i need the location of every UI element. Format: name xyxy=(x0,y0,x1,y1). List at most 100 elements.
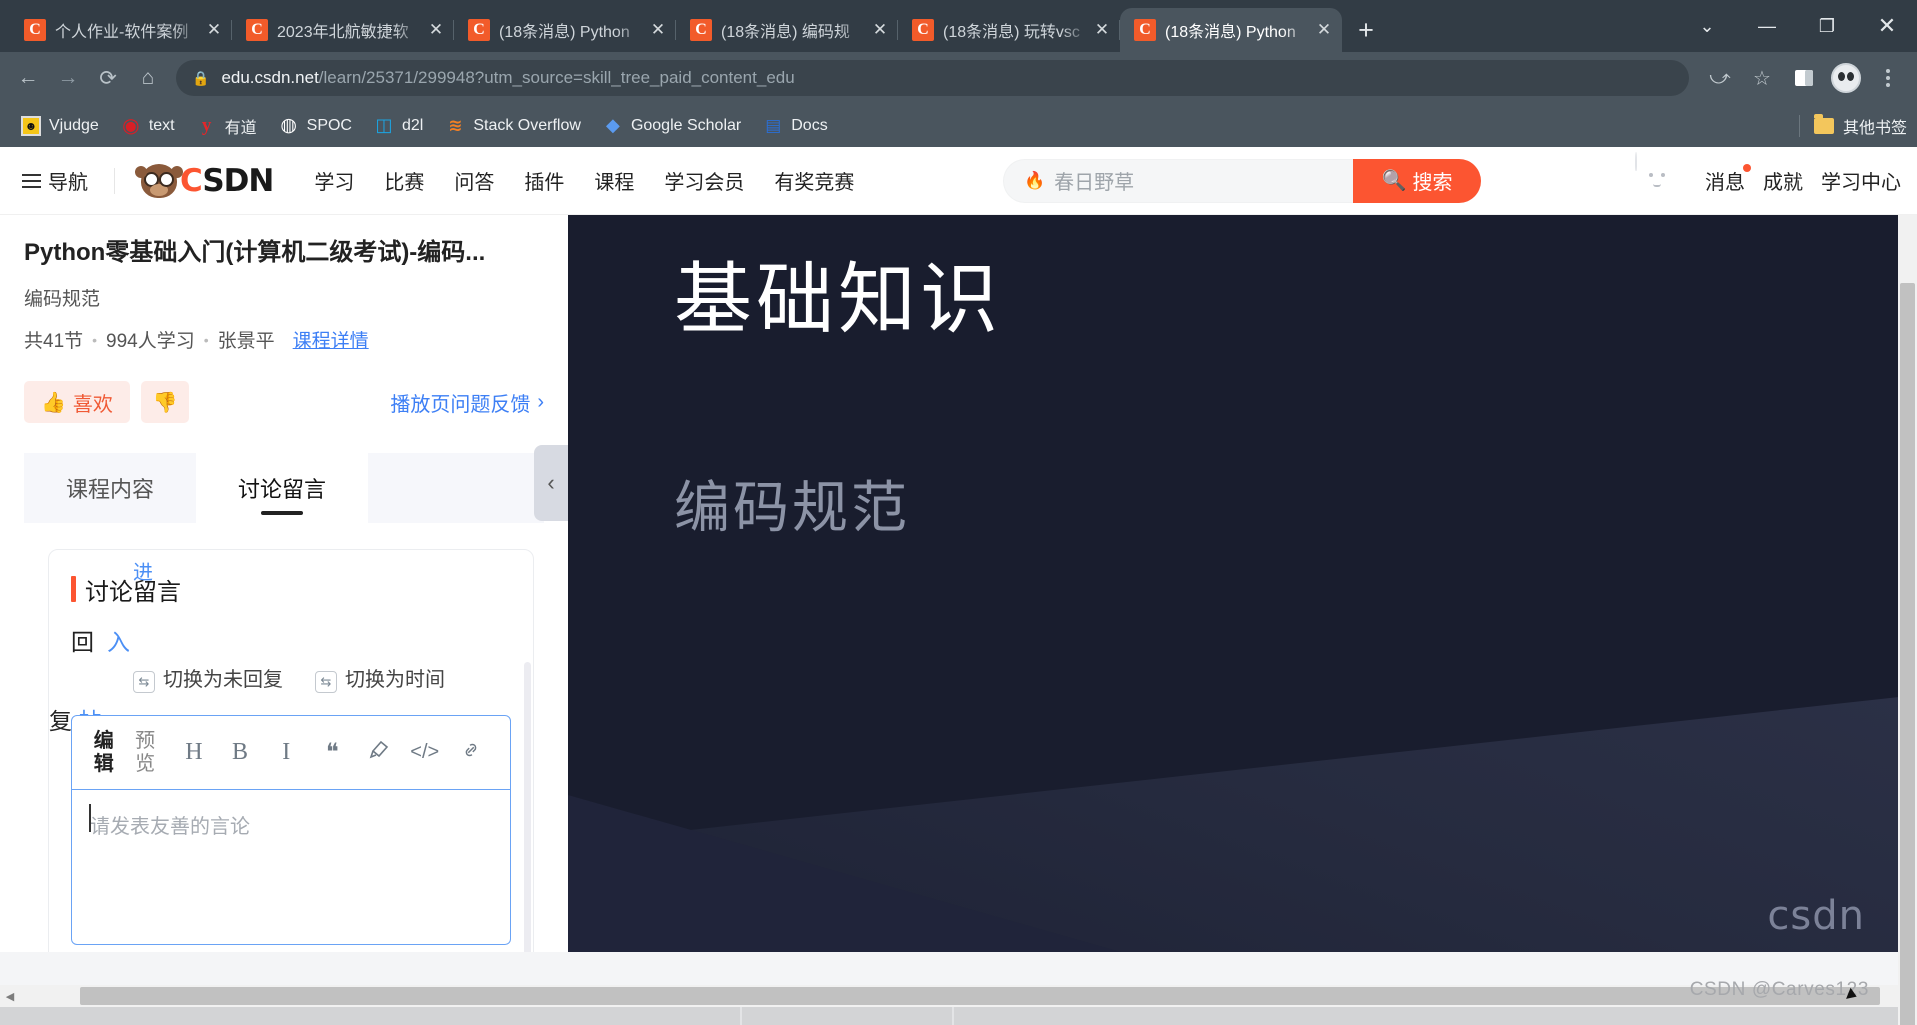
browser-tab[interactable]: C (18条消息) Python ✕ xyxy=(454,8,676,52)
home-icon[interactable]: ⌂ xyxy=(128,58,168,98)
bookmark-spoc[interactable]: ◍ SPOC xyxy=(268,111,363,141)
browser-tab-active[interactable]: C (18条消息) Python ✕ xyxy=(1120,8,1342,52)
page-scrollbar[interactable] xyxy=(1898,215,1917,1025)
nav-link-youjiangjingsai[interactable]: 有奖竞赛 xyxy=(759,166,869,195)
nav-link-xuexihuiyuan[interactable]: 学习会员 xyxy=(649,166,759,195)
tab-close-icon[interactable]: ✕ xyxy=(1312,18,1336,42)
tab-close-icon[interactable]: ✕ xyxy=(646,18,670,42)
maximize-restore-button[interactable]: ❐ xyxy=(1797,0,1857,52)
nav-link-learning-center[interactable]: 学习中心 xyxy=(1821,166,1901,195)
course-sidebar: Python零基础入门(计算机二级考试)-编码... 编码规范 共41节 • 9… xyxy=(0,215,568,1025)
like-button[interactable]: 👍 喜欢 xyxy=(24,381,130,424)
collapse-panel-button[interactable]: ‹ xyxy=(534,445,568,521)
bookmark-star-icon[interactable]: ☆ xyxy=(1741,57,1783,99)
tab-close-icon[interactable]: ✕ xyxy=(202,18,226,42)
scrollbar-thumb[interactable] xyxy=(1900,283,1915,1025)
new-tab-button[interactable]: + xyxy=(1346,10,1386,50)
minimize-button[interactable]: — xyxy=(1737,0,1797,52)
dislike-button[interactable]: 👎 xyxy=(140,381,189,424)
notification-dot xyxy=(1743,164,1751,172)
nav-menu-button[interactable]: 导航 xyxy=(22,166,88,195)
italic-icon[interactable]: I xyxy=(263,739,309,766)
tab-close-icon[interactable]: ✕ xyxy=(424,18,448,42)
bookmark-text[interactable]: ◉ text xyxy=(110,111,186,141)
tab-close-icon[interactable]: ✕ xyxy=(1090,18,1114,42)
editor-tab-preview[interactable]: 预览 xyxy=(129,730,160,776)
nav-link-xuexi[interactable]: 学习 xyxy=(299,166,369,195)
link-icon[interactable] xyxy=(448,739,494,767)
profile-avatar-icon[interactable] xyxy=(1825,57,1867,99)
scroll-left-arrow-icon[interactable]: ◀ xyxy=(0,990,20,1003)
csdn-favicon-icon: C xyxy=(246,19,268,41)
switch-time-button[interactable]: ⇆ 切换为时间 xyxy=(315,663,445,694)
nav-link-bisai[interactable]: 比赛 xyxy=(369,166,439,195)
tab-discussion[interactable]: 讨论留言 xyxy=(196,453,368,524)
nav-link-messages[interactable]: 消息 xyxy=(1705,164,1751,195)
active-tab-underline xyxy=(261,511,303,516)
opera-icon: ◉ xyxy=(122,115,140,137)
comment-input[interactable]: 请发表友善的言论 xyxy=(72,790,510,859)
bookmark-label: 有道 xyxy=(224,119,257,137)
quote-icon[interactable]: ❝ xyxy=(309,738,355,767)
tab-label: 课程内容 xyxy=(65,477,154,503)
nav-link-chajian[interactable]: 插件 xyxy=(509,166,579,195)
nav-link-wenda[interactable]: 问答 xyxy=(439,166,509,195)
back-arrow-icon[interactable]: ← xyxy=(8,58,48,98)
csdn-favicon-icon: C xyxy=(912,19,934,41)
bold-icon[interactable]: B xyxy=(217,739,263,766)
search-input[interactable]: 🔥 春日野草 xyxy=(1003,158,1353,203)
panel-tabs: 课程内容 讨论留言 xyxy=(24,453,544,524)
nav-link-kecheng[interactable]: 课程 xyxy=(579,166,649,195)
address-bar[interactable]: 🔒 edu.csdn.net/learn/25371/299948?utm_so… xyxy=(176,60,1689,96)
browser-tab[interactable]: C (18条消息) 编码规 ✕ xyxy=(676,8,898,52)
share-icon[interactable]: ⤻ xyxy=(1699,57,1741,99)
avatar xyxy=(1831,63,1861,93)
tab-close-icon[interactable]: ✕ xyxy=(868,18,892,42)
reload-icon[interactable]: ⟳ xyxy=(88,58,128,98)
url-path: /learn/25371/299948?utm_source=skill_tre… xyxy=(318,68,795,87)
bookmark-youdao[interactable]: y 有道 xyxy=(186,111,268,141)
page-bottom-area: ◀ xyxy=(0,952,1917,1025)
discussion-card: 讨论留言 进 回 入 ⇆ 切换为未回复 ⇆ 切换为时间 复 编辑 预览 H B … xyxy=(48,549,534,1010)
header-right-group: 消息 成就 学习中心 xyxy=(1635,151,1901,209)
bookmark-label: text xyxy=(148,116,175,134)
browser-tab[interactable]: C 2023年北航敏捷软 ✕ xyxy=(232,8,454,52)
csdn-logo[interactable]: CSDN xyxy=(135,163,274,199)
course-detail-link[interactable]: 课程详情 xyxy=(293,326,369,353)
discussion-heading-row: 讨论留言 进 xyxy=(71,562,511,607)
tab-title: (18条消息) Python xyxy=(499,24,630,41)
separator-dot: • xyxy=(203,331,209,348)
browser-tab[interactable]: C 个人作业-软件案例 ✕ xyxy=(10,8,232,52)
browser-menu-icon[interactable] xyxy=(1867,57,1909,99)
browser-tab[interactable]: C (18条消息) 玩转vsc ✕ xyxy=(898,8,1120,52)
heading-icon[interactable]: H xyxy=(171,739,217,766)
search-button[interactable]: 🔍 搜索 xyxy=(1353,158,1481,203)
bookmark-vjudge[interactable]: ☻ Vjudge xyxy=(10,111,110,141)
switch-unreplied-button[interactable]: ⇆ 切换为未回复 xyxy=(133,663,283,694)
horizontal-scrollbar[interactable]: ◀ xyxy=(0,985,1917,1007)
nav-link-achievements[interactable]: 成就 xyxy=(1763,166,1803,195)
bookmark-docs[interactable]: ▤ Docs xyxy=(752,111,838,141)
feedback-link[interactable]: 播放页问题反馈 › xyxy=(390,388,544,417)
bookmark-d2l[interactable]: ◫ d2l xyxy=(363,111,434,141)
tab-title: 个人作业-软件案例 xyxy=(55,24,189,41)
editor-toolbar: 编辑 预览 H B I ❝ </> xyxy=(72,716,510,791)
editor-tab-edit[interactable]: 编辑 xyxy=(88,730,119,776)
video-player[interactable]: 基础知识 编码规范 csdn xyxy=(568,215,1917,1025)
bookmark-stack-overflow[interactable]: ≋ Stack Overflow xyxy=(434,111,592,141)
comment-editor[interactable]: 编辑 预览 H B I ❝ </> 请发表友善的言论 xyxy=(71,715,511,946)
other-bookmarks-group[interactable]: 其他书签 xyxy=(1798,113,1907,138)
swap-icon: ⇆ xyxy=(133,671,155,694)
tab-search-chevron-down-icon[interactable]: ⌄ xyxy=(1677,0,1737,52)
bookmark-google-scholar[interactable]: ◆ Google Scholar xyxy=(592,111,752,141)
lock-icon: 🔒 xyxy=(192,69,210,86)
brush-icon[interactable] xyxy=(355,737,401,768)
close-window-button[interactable]: ✕ xyxy=(1857,0,1917,52)
tab-course-content[interactable]: 课程内容 xyxy=(24,453,196,524)
forward-arrow-icon[interactable]: → xyxy=(48,58,88,98)
course-subtitle: 编码规范 xyxy=(24,289,101,311)
code-icon[interactable]: </> xyxy=(402,741,448,764)
horizontal-scrollbar-thumb[interactable] xyxy=(80,987,1880,1005)
side-panel-icon[interactable] xyxy=(1783,57,1825,99)
filter-label-ru[interactable]: 入 xyxy=(107,623,130,657)
